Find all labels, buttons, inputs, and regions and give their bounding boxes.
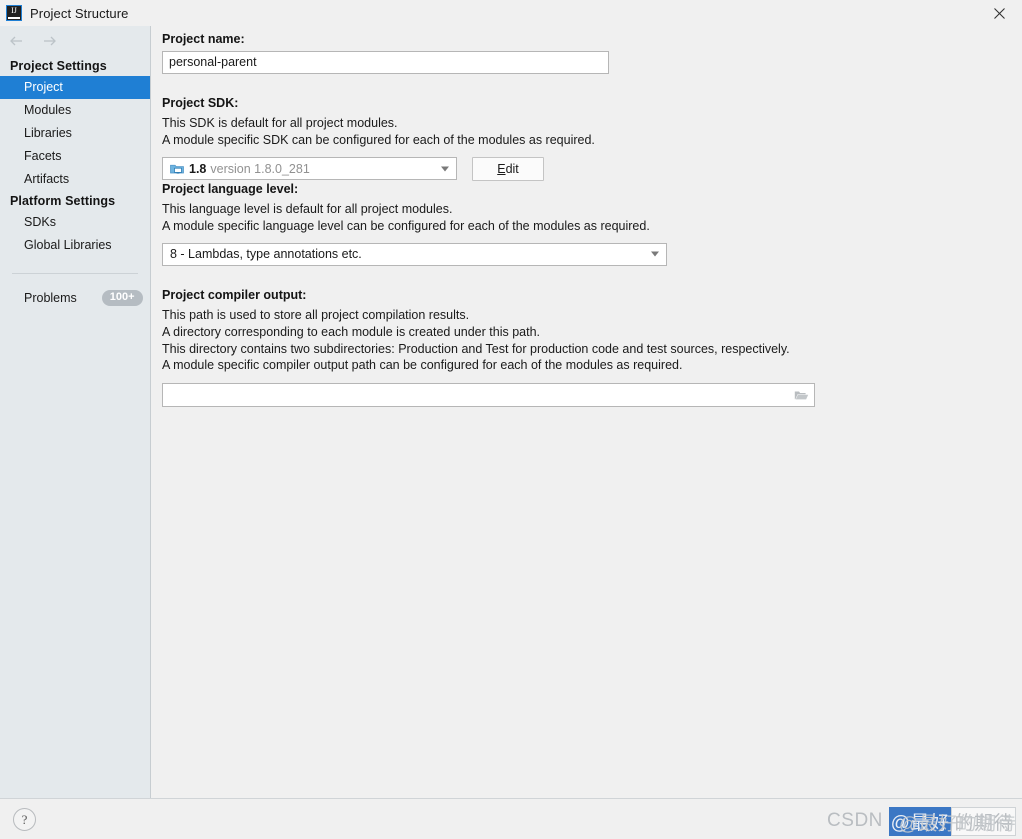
chevron-down-icon (651, 252, 659, 257)
project-compiler-output-description-line-3: This directory contains two subdirectori… (162, 341, 862, 358)
project-language-level-combobox[interactable]: 8 - Lambdas, type annotations etc. (162, 243, 667, 266)
titlebar: IJ Project Structure (0, 0, 1022, 26)
project-name-label: Project name: (162, 32, 622, 46)
intellij-idea-logo-icon: IJ (6, 5, 22, 21)
sidebar-item-artifacts[interactable]: Artifacts (0, 168, 150, 191)
project-sdk-label: Project SDK: (162, 96, 862, 110)
help-button[interactable]: ? (13, 808, 36, 831)
sidebar-item-project[interactable]: Project (0, 76, 150, 99)
project-compiler-output-path-field[interactable] (162, 383, 815, 407)
project-compiler-output-description-line-2: A directory corresponding to each module… (162, 324, 862, 341)
back-button[interactable] (8, 32, 26, 50)
project-sdk-description-line-2: A module specific SDK can be configured … (162, 132, 862, 149)
project-compiler-output-description-line-4: A module specific compiler output path c… (162, 357, 862, 374)
forward-button[interactable] (40, 32, 58, 50)
project-name-group: Project name: personal-parent (162, 32, 622, 74)
project-language-level-value: 8 - Lambdas, type annotations etc. (170, 247, 362, 261)
sidebar-group-header-project-settings: Project Settings (0, 56, 150, 76)
arrow-left-icon (9, 35, 25, 47)
edit-button-mnemonic: E (497, 162, 505, 176)
project-sdk-version-short: 1.8 (189, 162, 206, 176)
sidebar-item-global-libraries[interactable]: Global Libraries (0, 234, 150, 257)
problems-label: Problems (24, 291, 77, 305)
sidebar-item-modules[interactable]: Modules (0, 99, 150, 122)
project-name-input[interactable]: personal-parent (162, 51, 609, 74)
sidebar: Project Settings Project Modules Librari… (0, 26, 151, 798)
close-icon (993, 7, 1006, 20)
project-sdk-description-line-1: This SDK is default for all project modu… (162, 115, 862, 132)
folder-browse-icon (794, 389, 809, 402)
close-button[interactable] (976, 0, 1022, 26)
sidebar-item-libraries[interactable]: Libraries (0, 122, 150, 145)
browse-folder-button[interactable] (793, 388, 809, 402)
help-question-icon: ? (22, 812, 28, 828)
arrow-right-icon (41, 35, 57, 47)
sidebar-group-header-platform-settings: Platform Settings (0, 191, 150, 211)
sdk-icon (170, 162, 184, 176)
edit-button-label-rest: dit (506, 162, 519, 176)
project-language-level-description-line-2: A module specific language level can be … (162, 218, 862, 235)
navigation-arrows (0, 26, 150, 56)
edit-sdk-button[interactable]: Edit (472, 157, 544, 181)
problems-count-badge: 100+ (102, 290, 143, 306)
main-content: Project name: personal-parent Project SD… (152, 26, 1022, 798)
project-sdk-combobox[interactable]: 1.8 version 1.8.0_281 (162, 157, 457, 180)
project-compiler-output-label: Project compiler output: (162, 288, 862, 302)
sidebar-item-problems[interactable]: Problems 100+ (0, 288, 150, 308)
project-language-level-description-line-1: This language level is default for all p… (162, 201, 862, 218)
project-language-level-label: Project language level: (162, 182, 862, 196)
project-sdk-version-full: version 1.8.0_281 (210, 162, 309, 176)
sidebar-item-facets[interactable]: Facets (0, 145, 150, 168)
window-title: Project Structure (30, 6, 129, 21)
project-structure-dialog: IJ Project Structure (0, 0, 1022, 839)
project-language-level-group: Project language level: This language le… (162, 182, 862, 266)
sidebar-divider (12, 273, 138, 274)
project-compiler-output-group: Project compiler output: This path is us… (162, 288, 862, 407)
project-compiler-output-description-line-1: This path is used to store all project c… (162, 307, 862, 324)
project-sdk-row: 1.8 version 1.8.0_281 Edit (162, 157, 862, 181)
chevron-down-icon (441, 166, 449, 171)
footer: ? (0, 798, 1022, 839)
sidebar-item-sdks[interactable]: SDKs (0, 211, 150, 234)
project-sdk-group: Project SDK: This SDK is default for all… (162, 96, 862, 181)
